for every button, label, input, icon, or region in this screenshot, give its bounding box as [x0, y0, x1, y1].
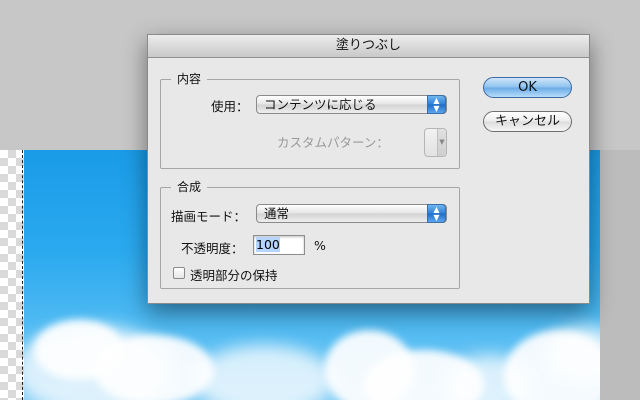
custom-pattern-label: カスタムパターン：	[277, 135, 389, 150]
cloud	[194, 345, 334, 400]
ok-button[interactable]: OK	[483, 77, 572, 98]
updown-arrows-icon: ▲ ▼	[427, 95, 446, 114]
preserve-transparency-checkbox[interactable]	[173, 267, 185, 279]
chevron-down-icon: ▼	[437, 129, 446, 156]
custom-pattern-picker[interactable]: ▼	[424, 128, 447, 157]
use-label: 使用：	[211, 99, 249, 114]
opacity-label: 不透明度：	[181, 241, 244, 256]
contents-group-title: 内容	[171, 70, 208, 87]
contents-group: 内容 使用： コンテンツに応じる ▲ ▼ カスタムパターン： ▼	[160, 70, 460, 169]
opacity-value: 100	[256, 237, 280, 252]
blending-group-title: 合成	[171, 178, 208, 195]
opacity-unit: %	[314, 238, 326, 253]
updown-arrows-icon: ▲ ▼	[427, 204, 446, 223]
blend-mode-select[interactable]: 通常 ▲ ▼	[256, 204, 447, 223]
fill-dialog: 塗りつぶし 内容 使用： コンテンツに応じる ▲ ▼ カスタムパターン： ▼ 合成…	[147, 34, 590, 304]
cancel-button[interactable]: キャンセル	[483, 111, 572, 132]
mode-label: 描画モード：	[171, 209, 247, 224]
cloud	[94, 335, 214, 400]
use-select[interactable]: コンテンツに応じる ▲ ▼	[256, 95, 447, 114]
blend-mode-value: 通常	[264, 206, 290, 221]
preserve-transparency-label[interactable]: 透明部分の保持	[190, 265, 278, 284]
blending-group: 合成 描画モード： 通常 ▲ ▼ 不透明度： 100 % 透明部分の保持	[160, 178, 460, 289]
canvas-scroll-area	[600, 150, 640, 400]
opacity-input[interactable]: 100	[253, 235, 305, 255]
dialog-title: 塗りつぶし	[148, 35, 589, 58]
use-select-value: コンテンツに応じる	[264, 97, 377, 112]
selection-marquee-edge	[22, 150, 23, 400]
